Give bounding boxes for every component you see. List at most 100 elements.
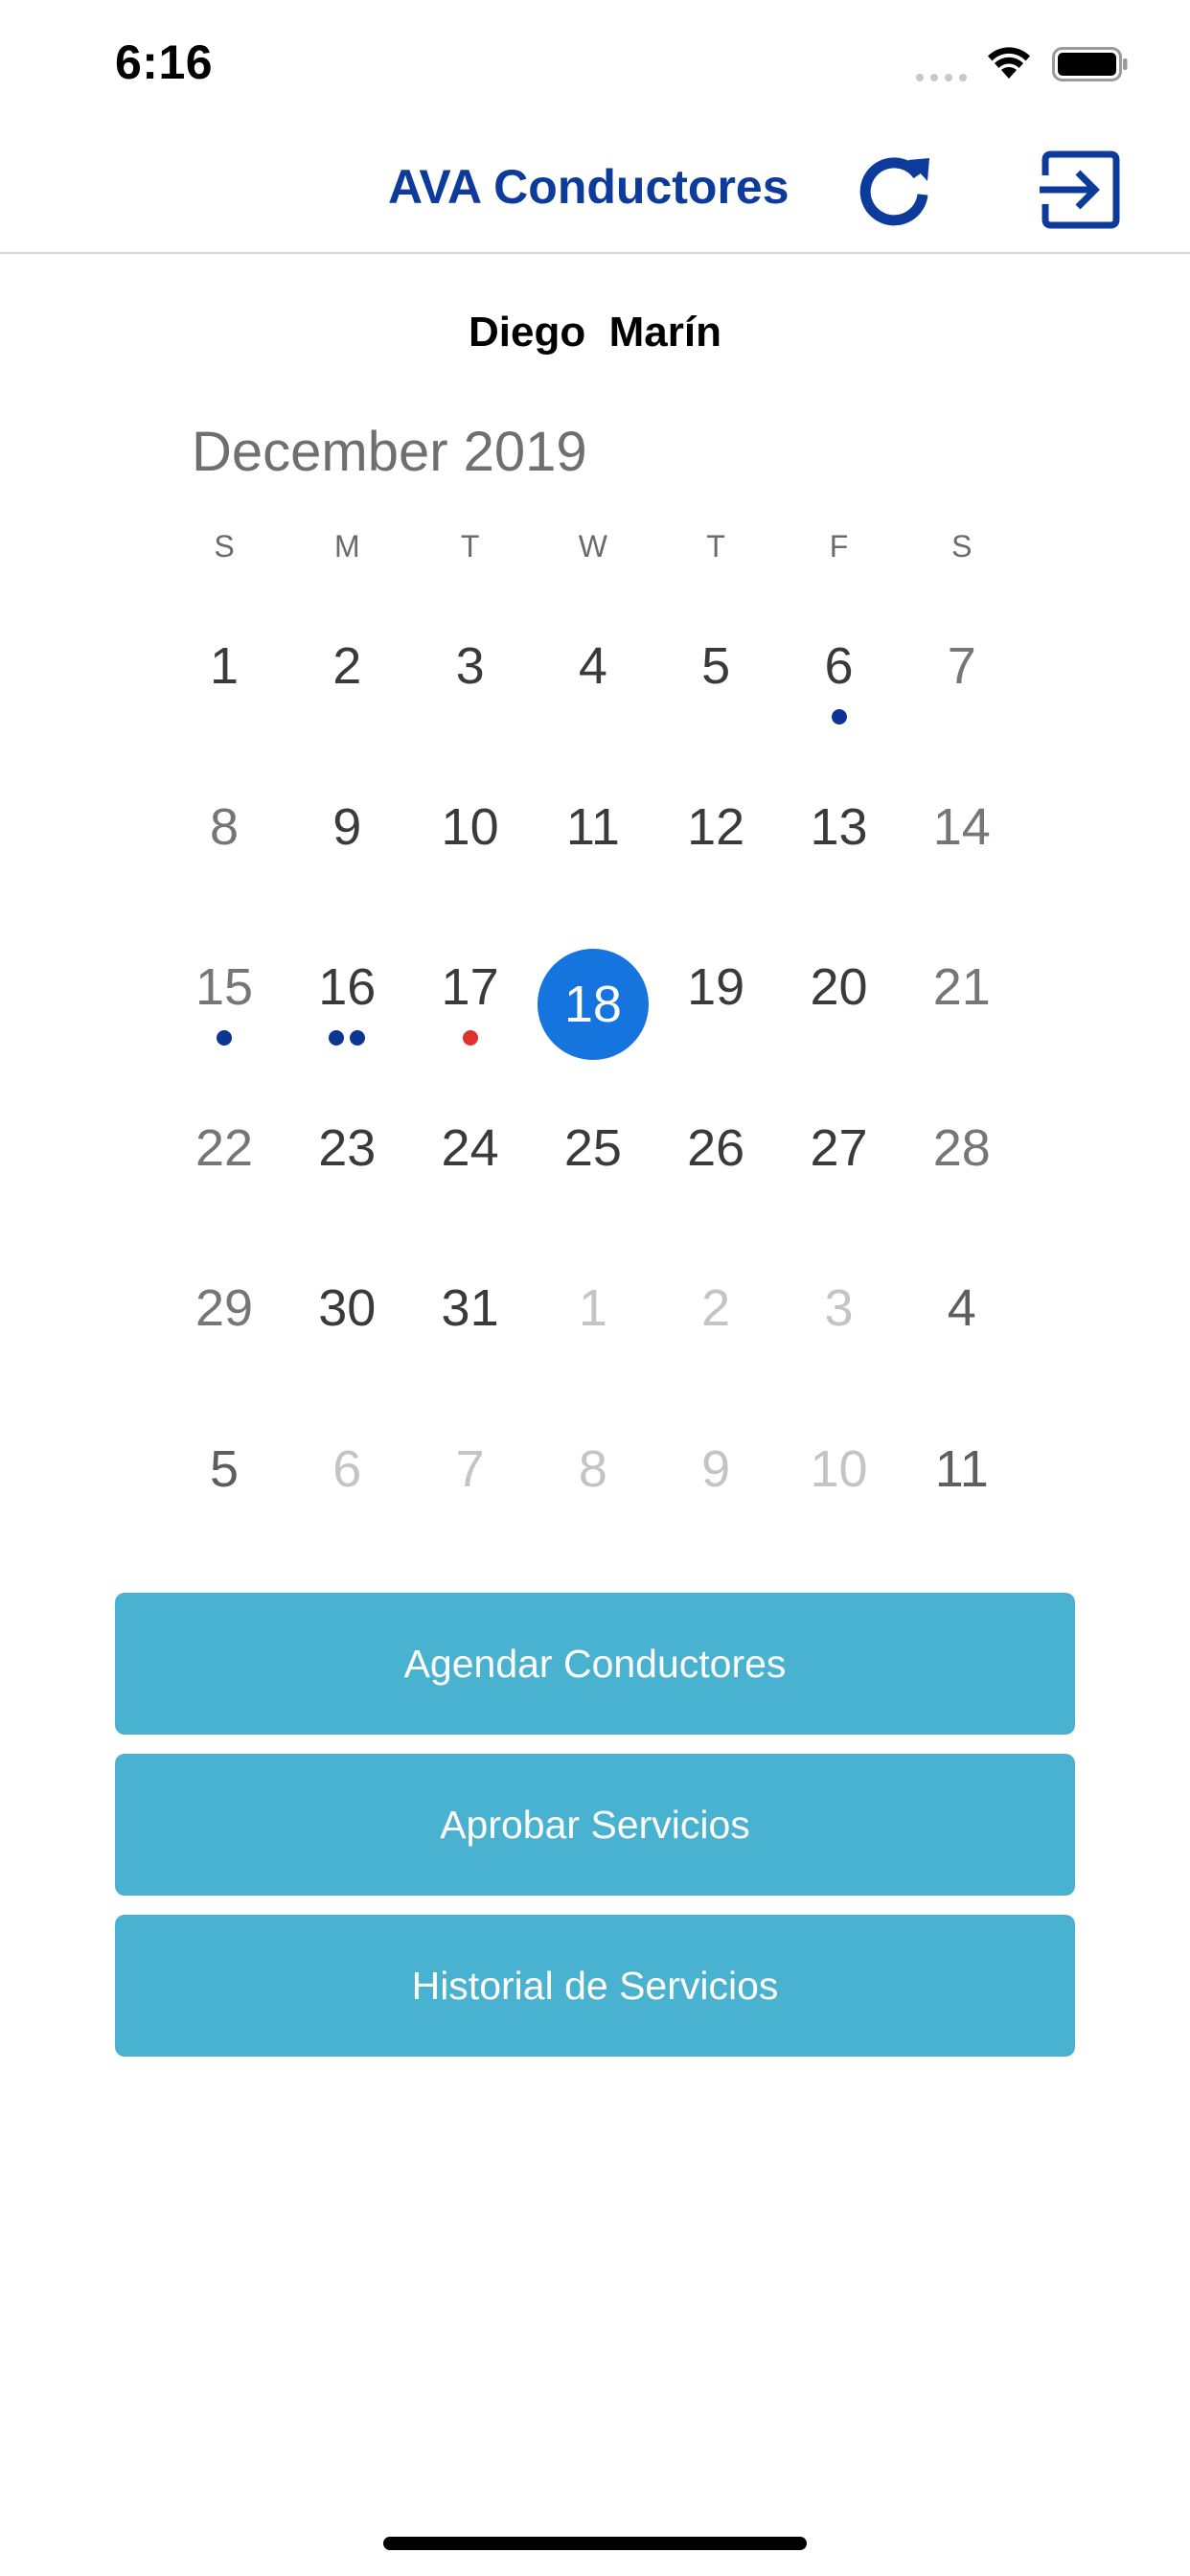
calendar-day[interactable]: 16 — [286, 922, 408, 1066]
calendar-day[interactable]: 21 — [901, 922, 1023, 1066]
navigation-bar: AVA Conductores — [0, 129, 1190, 254]
calendar-day[interactable]: 13 — [778, 762, 901, 906]
calendar-day[interactable]: 28 — [901, 1083, 1023, 1227]
calendar-day-number: 6 — [332, 1439, 362, 1498]
calendar-day-number: 5 — [701, 637, 731, 695]
event-dot — [329, 1030, 345, 1046]
calendar-day[interactable]: 17 — [409, 922, 532, 1066]
weekday-label: S — [214, 529, 235, 564]
calendar-day-number: 12 — [687, 797, 745, 856]
calendar-day-number: 13 — [810, 797, 868, 856]
calendar-day[interactable]: 5 — [163, 1404, 286, 1548]
service-history-button[interactable]: Historial de Servicios — [115, 1915, 1075, 2057]
status-bar: 6:16 — [0, 0, 1190, 129]
calendar-day[interactable]: 22 — [163, 1083, 286, 1227]
calendar-day[interactable]: 27 — [778, 1083, 901, 1227]
calendar-day-number: 10 — [441, 797, 499, 856]
calendar-day-number: 2 — [332, 637, 362, 695]
calendar-weekday-header: SMTWTFS — [163, 529, 1025, 567]
calendar-day-number: 20 — [810, 958, 868, 1016]
calendar-day-number: 3 — [455, 637, 485, 695]
calendar-day-number: 4 — [578, 637, 607, 695]
calendar-day[interactable]: 10 — [778, 1404, 901, 1548]
calendar-day[interactable]: 5 — [654, 601, 777, 745]
home-indicator — [383, 2537, 807, 2550]
calendar-day-number: 8 — [578, 1439, 607, 1498]
calendar-day-number: 31 — [441, 1279, 499, 1337]
calendar-day[interactable]: 8 — [532, 1404, 654, 1548]
calendar-day[interactable]: 8 — [163, 762, 286, 906]
calendar-day-number: 8 — [209, 797, 240, 856]
schedule-drivers-button[interactable]: Agendar Conductores — [115, 1593, 1075, 1735]
calendar-day[interactable]: 9 — [654, 1404, 777, 1548]
calendar-day-number: 18 — [563, 976, 622, 1033]
calendar-day-number: 2 — [701, 1279, 731, 1337]
calendar-day-number: 7 — [947, 637, 976, 695]
calendar-day[interactable]: 3 — [778, 1243, 901, 1387]
calendar-day[interactable]: 14 — [901, 762, 1023, 906]
calendar-day-number: 4 — [947, 1279, 976, 1337]
calendar-day-number: 1 — [209, 637, 240, 695]
calendar-day-number: 11 — [934, 1439, 989, 1498]
wifi-icon — [988, 47, 1030, 79]
weekday-label: W — [578, 529, 607, 564]
calendar-day[interactable]: 6 — [778, 601, 901, 745]
calendar-day[interactable]: 31 — [409, 1243, 532, 1387]
calendar-day[interactable]: 2 — [286, 601, 408, 745]
calendar-day-number: 19 — [687, 958, 745, 1016]
calendar-day[interactable]: 3 — [409, 601, 532, 745]
event-dot — [831, 709, 847, 724]
calendar-day[interactable]: 25 — [532, 1083, 654, 1227]
calendar-day-number: 26 — [687, 1118, 745, 1177]
calendar-day[interactable]: 24 — [409, 1083, 532, 1227]
calendar-day[interactable]: 12 — [654, 762, 777, 906]
event-indicators — [778, 709, 901, 728]
user-name: Diego Marín — [468, 309, 722, 356]
calendar-day[interactable]: 26 — [654, 1083, 777, 1227]
event-dot — [350, 1030, 366, 1046]
calendar-day-number: 30 — [318, 1279, 377, 1337]
status-time: 6:16 — [115, 35, 214, 89]
calendar-day[interactable]: 11 — [901, 1404, 1023, 1548]
refresh-icon — [859, 157, 929, 226]
calendar-day-number: 5 — [209, 1439, 240, 1498]
calendar-day[interactable]: 19 — [654, 922, 777, 1066]
calendar-day-number: 14 — [932, 797, 991, 856]
calendar-day[interactable]: 15 — [163, 922, 286, 1066]
calendar-day-number: 28 — [932, 1118, 991, 1177]
calendar-day[interactable]: 7 — [409, 1404, 532, 1548]
calendar-grid: 1 2 3 4 5 6 7 8 9 10 11 12 13 14 15 16 17 18 19 20 21 22 23 24 2… — [163, 601, 1025, 1559]
cellular-signal-icon — [916, 74, 967, 81]
calendar-day-number: 11 — [565, 797, 620, 856]
calendar-day-number: 22 — [195, 1118, 254, 1177]
calendar-day-number: 16 — [318, 958, 377, 1016]
calendar-day[interactable]: 11 — [532, 762, 654, 906]
calendar-day[interactable]: 29 — [163, 1243, 286, 1387]
calendar-day[interactable]: 7 — [901, 601, 1023, 745]
calendar-day[interactable]: 1 — [163, 601, 286, 745]
approve-services-button[interactable]: Aprobar Servicios — [115, 1754, 1075, 1896]
calendar-day-number: 6 — [824, 637, 854, 695]
exit-icon — [1040, 150, 1120, 229]
calendar-day[interactable]: 2 — [654, 1243, 777, 1387]
refresh-button[interactable] — [851, 147, 937, 233]
calendar-day[interactable]: 20 — [778, 922, 901, 1066]
calendar-day[interactable]: 9 — [286, 762, 408, 906]
event-dot — [217, 1030, 232, 1046]
calendar-day[interactable]: 30 — [286, 1243, 408, 1387]
weekday-label: M — [333, 529, 360, 564]
calendar-day-number: 29 — [195, 1279, 254, 1337]
logout-button[interactable] — [1038, 147, 1124, 233]
calendar-day[interactable]: 1 — [532, 1243, 654, 1387]
calendar-day[interactable]: 10 — [409, 762, 532, 906]
calendar-day-number: 10 — [810, 1439, 868, 1498]
calendar-day[interactable]: 4 — [532, 601, 654, 745]
calendar-day[interactable]: 23 — [286, 1083, 408, 1227]
calendar-day[interactable]: 4 — [901, 1243, 1023, 1387]
calendar-day[interactable]: 6 — [286, 1404, 408, 1548]
calendar-day-number: 9 — [701, 1439, 731, 1498]
calendar-day-number: 27 — [810, 1118, 868, 1177]
app-title: AVA Conductores — [388, 160, 790, 214]
calendar-day-selected[interactable]: 18 — [532, 922, 654, 1066]
calendar-day-number: 17 — [441, 958, 499, 1016]
